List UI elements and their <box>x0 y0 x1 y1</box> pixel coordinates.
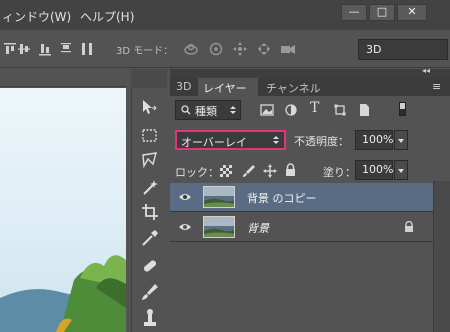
toolbar-collapse-grip[interactable] <box>131 69 167 88</box>
3d-camera-icon[interactable] <box>280 41 296 57</box>
opacity-dropdown-button[interactable] <box>394 130 408 150</box>
maximize-button[interactable]: □ <box>369 4 395 21</box>
distribute-top-icon[interactable] <box>58 41 74 57</box>
eye-visibility-icon[interactable] <box>178 222 192 232</box>
document-canvas[interactable] <box>0 88 126 332</box>
lock-transparent-pixels-icon[interactable] <box>220 165 232 177</box>
close-icon: ✕ <box>407 5 417 18</box>
healing-brush-tool-icon[interactable] <box>140 256 160 276</box>
brush-tool-icon[interactable] <box>140 282 160 302</box>
3d-roll-icon[interactable] <box>208 41 224 57</box>
align-vertical-center-icon[interactable] <box>16 41 32 57</box>
layer-thumbnail-image <box>204 217 234 237</box>
lock-image-pixels-icon[interactable] <box>242 164 256 178</box>
lock-position-icon[interactable] <box>263 164 277 178</box>
filter-shape-icon[interactable] <box>334 104 346 116</box>
maximize-icon: □ <box>376 5 388 18</box>
lock-icon <box>405 221 413 232</box>
eye-visibility-icon[interactable] <box>178 192 192 202</box>
search-icon <box>181 105 191 115</box>
close-button[interactable]: ✕ <box>397 4 427 21</box>
panel-title-strip: ◂◂ <box>170 66 450 78</box>
fill-dropdown-button[interactable] <box>394 160 408 180</box>
canvas-photo <box>0 88 126 332</box>
chevron-down-icon <box>398 169 404 173</box>
marquee-tool-icon[interactable] <box>140 126 160 146</box>
panel-menu-icon[interactable]: ≡ <box>432 78 441 96</box>
filter-kind-label: 種類 <box>195 105 217 118</box>
filter-toggle-switch[interactable] <box>399 102 406 116</box>
layer-row[interactable]: 背景 <box>170 213 433 242</box>
menu-window[interactable]: ィンドウ(W) <box>2 8 71 25</box>
layer-name[interactable]: 背景 <box>247 220 269 236</box>
filter-type-icon[interactable]: T <box>310 100 319 116</box>
distribute-columns-icon[interactable] <box>79 41 95 57</box>
minimize-icon: — <box>348 5 360 18</box>
chevron-down-icon <box>398 139 404 143</box>
3d-orbit-icon[interactable] <box>183 41 199 57</box>
fill-input[interactable]: 100% <box>355 160 393 180</box>
tools-panel <box>131 88 167 332</box>
menu-help[interactable]: ヘルプ(H) <box>80 8 134 25</box>
panel-tab-bar: 3D レイヤー チャンネル ≡ <box>170 78 450 96</box>
lasso-tool-icon[interactable] <box>140 150 160 170</box>
blend-mode-value: オーバーレイ <box>181 136 247 149</box>
3d-pan-icon[interactable] <box>232 41 248 57</box>
clone-stamp-tool-icon[interactable] <box>140 308 160 328</box>
layer-thumbnail <box>203 216 235 238</box>
filter-adjustment-icon[interactable] <box>285 104 297 116</box>
opacity-label: 不透明度： <box>294 135 349 148</box>
minimize-button[interactable]: — <box>341 4 367 21</box>
tab-3d[interactable]: 3D <box>176 78 191 96</box>
tab-layers[interactable]: レイヤー <box>198 78 258 96</box>
fill-label: 塗り： <box>323 166 356 179</box>
layer-row[interactable]: 背景 のコピー <box>170 183 433 212</box>
workspace-select[interactable]: 3D <box>358 39 448 60</box>
opacity-input[interactable]: 100% <box>355 130 393 150</box>
layer-thumbnail <box>203 186 235 208</box>
layer-filter-kind[interactable]: 種類 <box>175 100 241 120</box>
panel-collapse-icon[interactable]: ◂◂ <box>422 66 430 75</box>
updown-arrows-icon <box>273 136 279 144</box>
eyedropper-tool-icon[interactable] <box>140 228 160 248</box>
3d-slide-icon[interactable] <box>256 41 272 57</box>
layers-scrollbar[interactable] <box>433 181 450 332</box>
document-tab-strip <box>0 69 126 87</box>
filter-pixel-icon[interactable] <box>260 104 274 116</box>
updown-arrows-icon <box>230 106 236 114</box>
filter-smart-object-icon[interactable] <box>358 103 370 117</box>
layer-name[interactable]: 背景 のコピー <box>247 190 317 206</box>
layers-panel: ◂◂ 3D レイヤー チャンネル ≡ 種類 T オーバーレイ 不透明度： 100… <box>170 66 450 332</box>
menu-bar: ィンドウ(W) ヘルプ(H) — □ ✕ <box>0 0 450 30</box>
magic-wand-tool-icon[interactable] <box>140 178 160 198</box>
move-tool-icon[interactable] <box>140 98 160 118</box>
blend-mode-select[interactable]: オーバーレイ <box>175 130 286 150</box>
layer-thumbnail-image <box>204 187 234 207</box>
crop-tool-icon[interactable] <box>140 202 160 222</box>
3d-mode-label: 3D モード： <box>116 46 174 57</box>
lock-all-icon[interactable] <box>285 163 296 177</box>
tab-channels[interactable]: チャンネル <box>266 78 321 96</box>
lock-label: ロック： <box>175 166 219 179</box>
options-bar: 3D モード： 3D <box>0 30 450 68</box>
align-bottom-icon[interactable] <box>37 41 53 57</box>
